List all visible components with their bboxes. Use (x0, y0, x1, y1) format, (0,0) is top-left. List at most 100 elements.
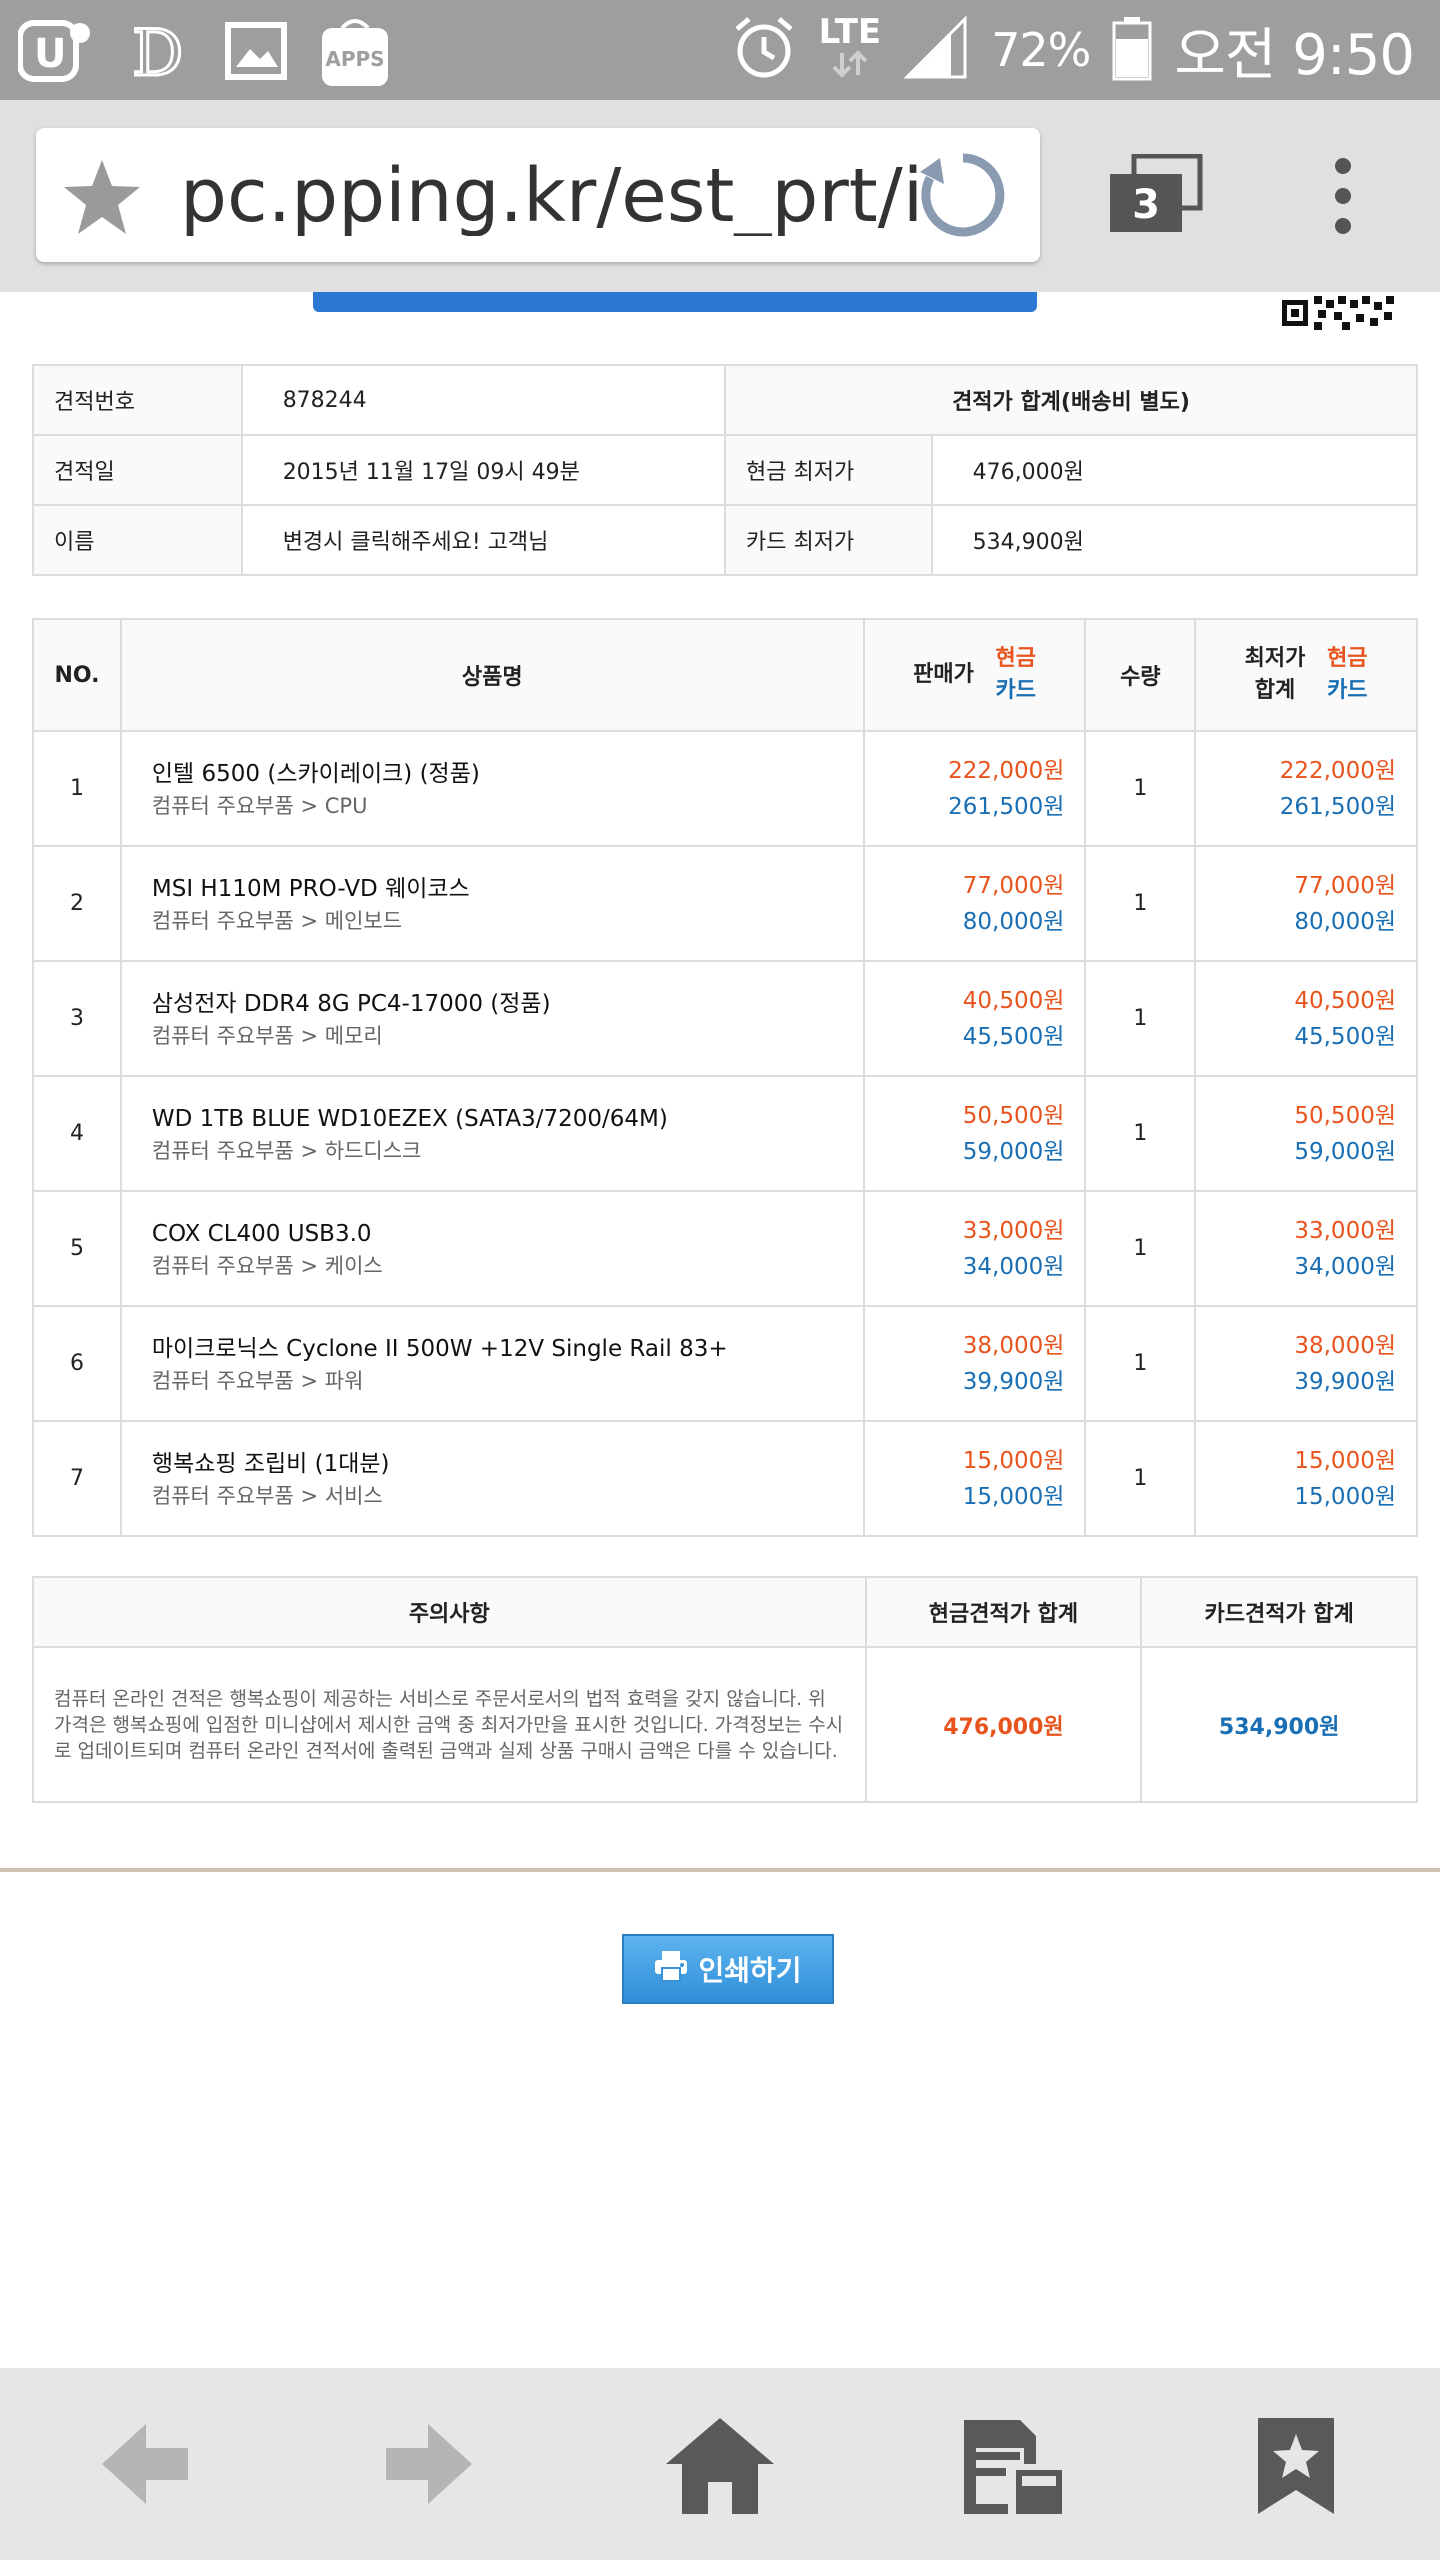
product-category: 컴퓨터 주요부품 > 케이스 (151, 1253, 383, 1278)
customer-name-label: 이름 (32, 504, 243, 576)
sum-cash: 77,000원 (1294, 872, 1396, 899)
card-lowest-label: 카드 최저가 (723, 504, 933, 576)
price-label: 판매가 (913, 662, 974, 687)
estimate-date: 2015년 11월 17일 09시 49분 (240, 434, 726, 506)
product-cell: 삼성전자 DDR4 8G PC4-17000 (정품) 컴퓨터 주요부품 > 메모… (119, 960, 865, 1077)
overflow-menu-icon[interactable] (1320, 156, 1366, 240)
product-cell: 인텔 6500 (스카이레이크) (정품) 컴퓨터 주요부품 > CPU (119, 730, 865, 847)
lowest-legend: 현금 카드 (1327, 643, 1367, 707)
sum-cell: 40,500원 45,500원 (1194, 960, 1418, 1077)
price-cell: 33,000원 34,000원 (862, 1190, 1087, 1307)
sum-cash: 38,000원 (1294, 1332, 1396, 1359)
quantity: 1 (1084, 1420, 1197, 1537)
row-no: 5 (32, 1190, 122, 1307)
card-price: 15,000원 (962, 1483, 1065, 1510)
sum-cell: 38,000원 39,900원 (1194, 1305, 1418, 1422)
cash-price: 77,000원 (962, 872, 1065, 899)
table-row: 3 삼성전자 DDR4 8G PC4-17000 (정품) 컴퓨터 주요부품 > … (32, 960, 1418, 1077)
product-cell: WD 1TB BLUE WD10EZEX (SATA3/7200/64M) 컴퓨터… (119, 1075, 865, 1192)
card-lowest-value: 534,900원 (930, 504, 1419, 576)
url-text[interactable]: pc.pping.kr/est_prt/index (180, 156, 920, 236)
estimate-date-label: 견적일 (32, 434, 243, 506)
sum-cell: 222,000원 261,500원 (1194, 730, 1418, 847)
browser-bottom-nav (0, 2368, 1440, 2560)
product-name: COX CL400 USB3.0 (151, 1220, 372, 1247)
product-category: 컴퓨터 주요부품 > CPU (151, 793, 368, 818)
sum-cash: 40,500원 (1294, 987, 1396, 1014)
row-no: 6 (32, 1305, 122, 1422)
table-row: 컴퓨터 온라인 견적은 행복쇼핑이 제공하는 서비스로 주문서로서의 법적 효력… (32, 1646, 1418, 1803)
reload-icon[interactable] (916, 148, 1010, 246)
daum-icon: D (124, 15, 194, 88)
col-header-qty: 수량 (1084, 618, 1197, 732)
reading-list-icon[interactable] (960, 2416, 1064, 2520)
apps-label: APPS (325, 47, 384, 71)
quantity: 1 (1084, 1075, 1197, 1192)
table-row: 4 WD 1TB BLUE WD10EZEX (SATA3/7200/64M) 컴… (32, 1075, 1418, 1192)
customer-name-link[interactable]: 변경시 클릭해주세요! 고객님 (240, 504, 726, 576)
print-button[interactable]: 인쇄하기 (622, 1934, 834, 2004)
price-cell: 50,500원 59,000원 (862, 1075, 1087, 1192)
estimate-number-label: 견적번호 (32, 364, 243, 436)
quantity: 1 (1084, 845, 1197, 962)
card-price: 34,000원 (962, 1253, 1065, 1280)
price-cell: 38,000원 39,900원 (862, 1305, 1087, 1422)
product-category: 컴퓨터 주요부품 > 메인보드 (151, 908, 403, 933)
product-name: WD 1TB BLUE WD10EZEX (SATA3/7200/64M) (151, 1105, 668, 1132)
sum-cell: 15,000원 15,000원 (1194, 1420, 1418, 1537)
header-banner-edge (313, 292, 1037, 312)
cash-price: 50,500원 (962, 1102, 1065, 1129)
gallery-icon (224, 15, 288, 87)
col-header-lowest-sum: 최저가 합계 현금 카드 (1194, 618, 1418, 732)
col-header-price: 판매가 현금 카드 (862, 618, 1087, 732)
product-name: 인텔 6500 (스카이레이크) (정품) (151, 760, 480, 787)
sum-card: 80,000원 (1294, 908, 1396, 935)
cash-lowest-value: 476,000원 (930, 434, 1419, 506)
sum-cell: 33,000원 34,000원 (1194, 1190, 1418, 1307)
sum-card: 15,000원 (1294, 1483, 1396, 1510)
browser-toolbar: pc.pping.kr/est_prt/index 3 (0, 100, 1440, 292)
card-price: 39,900원 (962, 1368, 1065, 1395)
estimate-total-header: 견적가 합계(배송비 별도) (723, 364, 1419, 436)
table-header-row: 주의사항 현금견적가 합계 카드견적가 합계 (32, 1576, 1418, 1648)
url-box[interactable]: pc.pping.kr/est_prt/index (36, 128, 1040, 262)
card-legend: 카드 (1327, 678, 1368, 703)
network-type: LTE (818, 12, 882, 52)
uplus-icon: U (18, 15, 94, 87)
network-indicator: LTE (819, 15, 881, 85)
sum-card: 45,500원 (1294, 1023, 1396, 1050)
sum-card: 34,000원 (1294, 1253, 1396, 1280)
product-cell: 마이크로닉스 Cyclone II 500W +12V Single Rail … (119, 1305, 865, 1422)
sum-card: 39,900원 (1294, 1368, 1396, 1395)
cash-price: 222,000원 (948, 757, 1065, 784)
product-name: MSI H110M PRO-VD 웨이코스 (151, 875, 470, 902)
row-no: 4 (32, 1075, 122, 1192)
price-cell: 222,000원 261,500원 (862, 730, 1087, 847)
web-page: 견적번호 878244 견적가 합계(배송비 별도) 견적일 2015년 11월… (0, 292, 1440, 2368)
price-cell: 77,000원 80,000원 (862, 845, 1087, 962)
estimate-info-table: 견적번호 878244 견적가 합계(배송비 별도) 견적일 2015년 11월… (32, 364, 1419, 576)
lowest-label-line2: 합계 (1254, 678, 1296, 703)
back-arrow-icon[interactable] (98, 2416, 192, 2516)
card-price: 261,500원 (948, 793, 1065, 820)
product-name: 삼성전자 DDR4 8G PC4-17000 (정품) (151, 990, 551, 1017)
col-header-no: NO. (32, 618, 122, 732)
product-category: 컴퓨터 주요부품 > 메모리 (151, 1023, 383, 1048)
sum-cash: 15,000원 (1294, 1447, 1396, 1474)
forward-arrow-icon[interactable] (382, 2416, 476, 2516)
cash-price: 33,000원 (962, 1217, 1065, 1244)
signal-icon (903, 15, 969, 85)
apps-store-icon: APPS (318, 14, 392, 88)
home-icon[interactable] (664, 2416, 776, 2520)
card-price: 45,500원 (962, 1023, 1065, 1050)
product-name: 행복쇼핑 조립비 (1대분) (151, 1450, 390, 1477)
battery-icon (1112, 15, 1152, 85)
print-button-label: 인쇄하기 (698, 1954, 802, 1987)
bookmarks-icon[interactable] (1256, 2416, 1336, 2520)
tabs-button[interactable]: 3 (1108, 153, 1204, 238)
card-total-header: 카드견적가 합계 (1140, 1576, 1418, 1648)
bookmark-star-icon[interactable] (60, 156, 144, 244)
quantity: 1 (1084, 960, 1197, 1077)
notice-header: 주의사항 (32, 1576, 867, 1648)
battery-percent: 72% (991, 23, 1091, 77)
